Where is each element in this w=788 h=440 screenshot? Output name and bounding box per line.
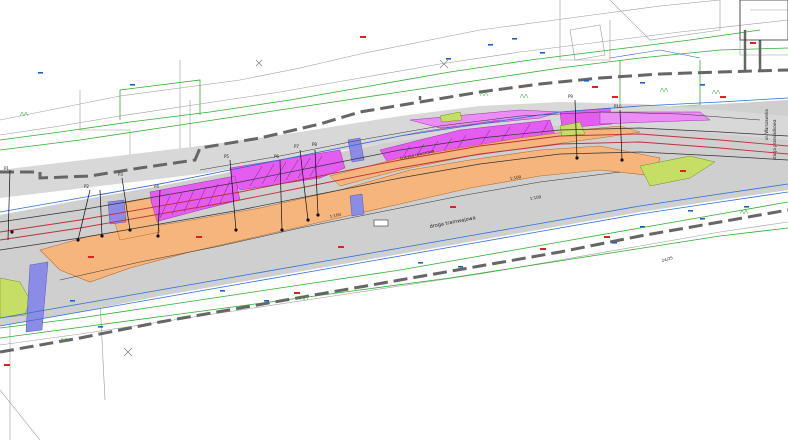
pier-label: P3 [118,172,123,177]
plot-number-label: 24/25 [661,255,674,263]
pier-label: P8 [312,142,317,147]
vertical-street-label: ul. Warszawska [764,109,769,140]
pier-label: P5 [224,154,229,159]
pier-label: P9 [568,94,573,99]
site-plan-drawing: P1 P2 P3 P4 P5 P6 P7 P8 P9 P10 droga tra… [0,0,788,440]
pier-label: P2 [84,184,89,189]
site-plan-canvas: P1 P2 P3 P4 P5 P6 P7 P8 P9 P10 droga tra… [0,0,788,440]
pier-label: P6 [274,154,279,159]
road-marker-box [373,219,389,227]
vertical-street-label: stacja przesiadkowa [772,119,777,160]
building-outline [609,0,788,59]
boundary-ticks [418,30,762,100]
pier-label: P4 [154,184,159,189]
pier-label: P10 [614,104,622,109]
pier-label: P7 [294,144,299,149]
pier-label: P1 [4,166,9,171]
